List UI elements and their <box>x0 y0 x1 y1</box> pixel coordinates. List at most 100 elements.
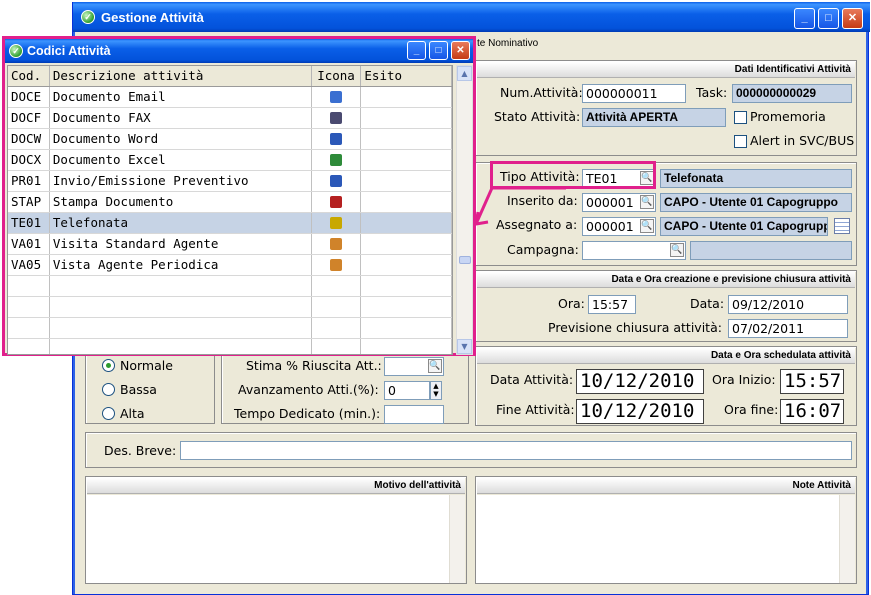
popup-maximize-button[interactable]: □ <box>429 41 448 60</box>
tempo-field[interactable] <box>384 405 444 424</box>
data-attivita-field[interactable]: 10/12/2010 <box>576 369 704 394</box>
schedulata-panel: Data e Ora schedulata attività Data Atti… <box>475 346 857 426</box>
grid-row-empty[interactable] <box>8 339 452 354</box>
cell-description: Documento FAX <box>50 108 312 128</box>
tempo-label: Tempo Dedicato (min.): <box>234 406 381 421</box>
bassa-label: Bassa <box>120 382 157 397</box>
grid-row-va01[interactable]: VA01 Visita Standard Agente <box>8 234 452 255</box>
motivo-panel: Motivo dell'attività <box>85 476 467 584</box>
alta-label: Alta <box>120 406 145 421</box>
note-panel: Note Attività <box>475 476 857 584</box>
close-button[interactable]: ✕ <box>842 8 863 29</box>
tipo-desc-field: Telefonata <box>660 169 852 188</box>
motivo-scrollbar[interactable] <box>449 495 465 583</box>
grid-row-pr01[interactable]: PR01 Invio/Emissione Preventivo <box>8 171 452 192</box>
tab-nominativo[interactable]: te Nominativo <box>477 38 538 49</box>
maximize-button[interactable]: □ <box>818 8 839 29</box>
cell-empty <box>50 297 312 317</box>
grid-row-stap[interactable]: STAP Stampa Documento <box>8 192 452 213</box>
cell-esito <box>361 234 452 254</box>
ora-label: Ora: <box>558 296 585 311</box>
priorita-panel: Normale Bassa Alta <box>85 348 215 424</box>
campagna-lookup-icon[interactable]: 🔍 <box>670 243 684 257</box>
email-doc-icon <box>330 91 343 103</box>
des-breve-field[interactable] <box>180 441 852 460</box>
callout-arrow <box>474 186 566 226</box>
cell-empty <box>312 276 362 296</box>
cell-code: DOCF <box>8 108 50 128</box>
fine-attivita-field[interactable]: 10/12/2010 <box>576 399 704 424</box>
scroll-up-icon[interactable]: ▲ <box>457 66 472 81</box>
stima-panel: Stima % Riuscita Att.: 🔍 Avanzamento Att… <box>221 348 469 424</box>
data-field[interactable]: 09/12/2010 <box>728 295 848 314</box>
assegnato-lookup-icon[interactable]: 🔍 <box>640 219 654 233</box>
cell-description: Telefonata <box>50 213 312 233</box>
col-esito[interactable]: Esito <box>361 66 452 86</box>
grid-row-empty[interactable] <box>8 297 452 318</box>
scroll-down-icon[interactable]: ▼ <box>457 339 472 354</box>
cell-esito <box>361 171 452 191</box>
alert-label: Alert in SVC/BUS <box>750 133 855 148</box>
cell-code: VA05 <box>8 255 50 275</box>
des-breve-panel: Des. Breve: <box>85 432 857 468</box>
col-descrizione[interactable]: Descrizione attività <box>50 66 312 86</box>
cell-code: PR01 <box>8 171 50 191</box>
popup-scrollbar[interactable]: ▲ ▼ <box>456 65 473 355</box>
avanzamento-spinner[interactable]: ▲ ▼ <box>430 381 442 400</box>
cell-empty <box>50 339 312 354</box>
main-title-bar[interactable]: ✓ Gestione Attività _ □ ✕ <box>73 2 870 32</box>
cell-empty <box>361 276 452 296</box>
minimize-button[interactable]: _ <box>794 8 815 29</box>
grid-row-docf[interactable]: DOCF Documento FAX <box>8 108 452 129</box>
assegnato-desc-field: CAPO - Utente 01 Capogrupp <box>660 217 828 236</box>
alert-checkbox[interactable] <box>734 135 747 148</box>
cell-code: STAP <box>8 192 50 212</box>
ora-field[interactable]: 15:57 <box>588 295 636 314</box>
cell-description: Documento Word <box>50 129 312 149</box>
ora-fine-label: Ora fine: <box>724 402 779 417</box>
ora-fine-field[interactable]: 16:07 <box>780 399 844 424</box>
grid-row-docx[interactable]: DOCX Documento Excel <box>8 150 452 171</box>
grid-row-empty[interactable] <box>8 318 452 339</box>
data-label: Data: <box>690 296 725 311</box>
previsione-field[interactable]: 07/02/2011 <box>728 319 848 338</box>
ora-inizio-field[interactable]: 15:57 <box>780 369 844 394</box>
cell-code: DOCW <box>8 129 50 149</box>
num-attivita-field[interactable]: 000000011 <box>582 84 686 103</box>
cell-code: DOCE <box>8 87 50 107</box>
avanzamento-field[interactable]: 0 <box>384 381 430 400</box>
grid-row-va05[interactable]: VA05 Vista Agente Periodica <box>8 255 452 276</box>
phone-icon <box>330 217 343 229</box>
alta-radio[interactable] <box>102 407 115 420</box>
col-cod[interactable]: Cod. <box>8 66 50 86</box>
popup-minimize-button[interactable]: _ <box>407 41 426 60</box>
ora-inizio-label: Ora Inizio: <box>712 372 776 387</box>
grid-row-doce[interactable]: DOCE Documento Email <box>8 87 452 108</box>
col-icona[interactable]: Icona <box>312 66 362 86</box>
note-textarea[interactable] <box>477 495 855 583</box>
note-scrollbar[interactable] <box>839 495 855 583</box>
cell-icon <box>312 234 362 254</box>
stima-lookup-icon[interactable]: 🔍 <box>428 359 442 373</box>
grid-row-docw[interactable]: DOCW Documento Word <box>8 129 452 150</box>
cell-description: Invio/Emissione Preventivo <box>50 171 312 191</box>
cell-empty <box>361 297 452 317</box>
grid-row-empty[interactable] <box>8 276 452 297</box>
promemoria-checkbox[interactable] <box>734 111 747 124</box>
promemoria-label: Promemoria <box>750 109 826 124</box>
cell-esito <box>361 129 452 149</box>
calendar-icon[interactable] <box>834 218 850 234</box>
cell-icon <box>312 87 362 107</box>
popup-close-button[interactable]: ✕ <box>451 41 470 60</box>
popup-title-bar[interactable]: ✓ Codici Attività _ □ ✕ <box>5 39 473 63</box>
inserito-lookup-icon[interactable]: 🔍 <box>640 195 654 209</box>
cell-empty <box>361 339 452 354</box>
scroll-thumb[interactable] <box>459 256 471 264</box>
motivo-textarea[interactable] <box>87 495 465 583</box>
identificativi-header: Dati Identificativi Attività <box>477 62 855 78</box>
cell-empty <box>50 318 312 338</box>
cell-icon <box>312 192 362 212</box>
bassa-radio[interactable] <box>102 383 115 396</box>
normale-radio[interactable] <box>102 359 115 372</box>
grid-row-te01[interactable]: TE01 Telefonata <box>8 213 452 234</box>
